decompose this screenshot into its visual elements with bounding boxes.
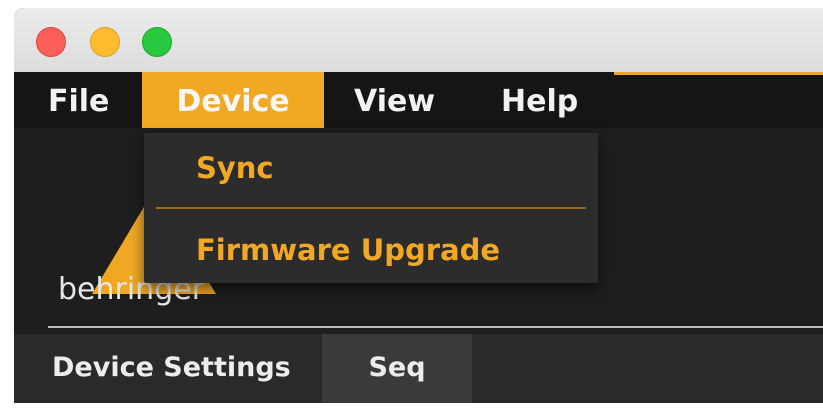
menu-separator [156,207,586,209]
tab-bar: Device Settings Seq [14,334,823,403]
title-bar [14,8,823,72]
device-dropdown-menu: Sync Firmware Upgrade [144,133,598,283]
close-window-button[interactable] [36,27,66,57]
minimize-window-button[interactable] [90,27,120,57]
menu-view[interactable]: View [354,72,435,128]
menu-item-firmware-upgrade[interactable]: Firmware Upgrade [196,233,500,267]
menu-help[interactable]: Help [501,72,578,128]
menu-file[interactable]: File [48,72,109,128]
app-window: File Device View Help behringer Device S… [14,8,823,403]
menubar-accent-line [614,72,823,75]
header-divider [48,326,823,328]
zoom-window-button[interactable] [142,27,172,57]
tab-seq[interactable]: Seq [322,334,472,403]
menu-item-sync[interactable]: Sync [196,151,274,185]
menu-device[interactable]: Device [142,72,324,128]
tab-device-settings[interactable]: Device Settings [52,334,291,403]
menu-bar: File Device View Help [14,72,823,128]
